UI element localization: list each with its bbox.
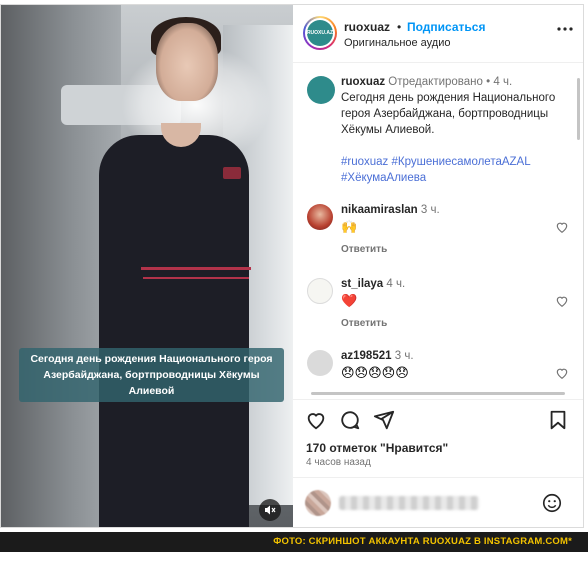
comment-like-icon[interactable]: [555, 220, 569, 234]
viewer-avatar: [305, 490, 331, 516]
commenter-avatar[interactable]: [307, 204, 333, 230]
caption-username[interactable]: ruoxuaz: [341, 76, 385, 88]
muted-speaker-icon[interactable]: [259, 499, 281, 521]
comment-text: 🙌: [341, 219, 358, 234]
profile-avatar[interactable]: RUOXU.AZ: [303, 16, 337, 50]
comment-input[interactable]: [339, 496, 479, 510]
share-icon[interactable]: [373, 409, 397, 433]
follow-button[interactable]: Подписаться: [407, 20, 485, 34]
face: [156, 23, 218, 101]
photo-credit-bar: ФОТО: СКРИНШОТ АККАУНТА RUOXUAZ В INSTAG…: [0, 532, 588, 552]
video-caption-overlay: Сегодня день рождения Национального геро…: [19, 348, 284, 402]
video-caption-text: Сегодня день рождения Национального геро…: [30, 353, 273, 397]
action-bar: [293, 399, 583, 435]
instagram-post: Сегодня день рождения Национального геро…: [0, 4, 584, 528]
caption-body: Сегодня день рождения Национального геро…: [341, 92, 556, 136]
comment-author: az198521 3 ч.: [341, 350, 414, 362]
header-separator: •: [397, 20, 402, 34]
photo-credit: ФОТО: СКРИНШОТ АККАУНТА RUOXUAZ В INSTAG…: [273, 536, 572, 547]
comment-author: st_ilaya 4 ч.: [341, 278, 406, 290]
more-options-icon[interactable]: [555, 19, 575, 39]
caption-time: 4 ч.: [493, 76, 513, 88]
video-player[interactable]: Сегодня день рождения Национального геро…: [1, 5, 293, 527]
flight-attendant-figure: [99, 135, 249, 527]
caption-separator: •: [486, 76, 491, 88]
uniform-pin: [223, 167, 241, 179]
edited-label: Отредактировано: [388, 76, 483, 88]
post-header: RUOXU.AZ ruoxuaz • Подписаться Оригиналь…: [293, 5, 583, 63]
post-caption: ruoxuaz Отредактировано • 4 ч. Сегодня д…: [341, 74, 566, 186]
commenter-avatar[interactable]: [307, 350, 333, 376]
comment-like-icon[interactable]: [555, 294, 569, 308]
reply-button[interactable]: Ответить: [341, 244, 387, 255]
comment-text: 😞😞😞😞😞: [341, 365, 409, 380]
caption-hashtags[interactable]: #ruoxuaz #КрушениесамолетаAZAL #ХёкумаАл…: [341, 156, 530, 184]
posted-time: 4 часов назад: [306, 457, 371, 468]
post-sidebar: RUOXU.AZ ruoxuaz • Подписаться Оригиналь…: [293, 5, 583, 527]
likes-count[interactable]: 170 отметок "Нравится": [306, 441, 448, 455]
heart-icon[interactable]: [305, 409, 329, 433]
caption-avatar[interactable]: [307, 76, 335, 104]
uniform-stripe: [141, 267, 251, 270]
add-comment-bar: [293, 477, 583, 527]
header-username[interactable]: ruoxuaz: [344, 20, 390, 34]
uniform-stripe: [143, 277, 249, 279]
audio-label[interactable]: Оригинальное аудио: [344, 37, 451, 49]
emoji-icon[interactable]: [541, 492, 563, 514]
comment-text: ❤️: [341, 293, 358, 308]
reply-button[interactable]: Ответить: [341, 318, 387, 329]
comment-icon[interactable]: [339, 409, 363, 433]
comment-author: nikaamiraslan 3 ч.: [341, 204, 440, 216]
commenter-avatar[interactable]: [307, 278, 333, 304]
screenshot-frame: Сегодня день рождения Национального геро…: [0, 0, 588, 564]
bookmark-icon[interactable]: [547, 409, 571, 433]
comments-panel[interactable]: ruoxuaz Отредактировано • 4 ч. Сегодня д…: [293, 64, 583, 386]
horizontal-scrollbar[interactable]: [301, 390, 575, 396]
vertical-scrollbar[interactable]: [577, 78, 580, 140]
comment-like-icon[interactable]: [555, 366, 569, 380]
